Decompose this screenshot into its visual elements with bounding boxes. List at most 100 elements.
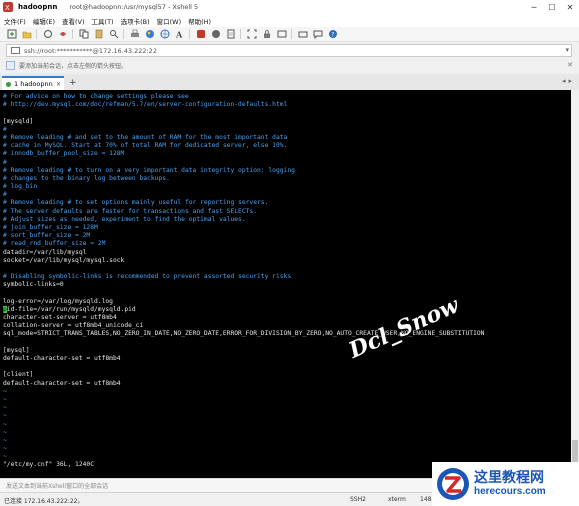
menu-window[interactable]: 窗口(W) bbox=[157, 16, 182, 26]
status-protocol: SSH2 bbox=[350, 496, 366, 503]
script-icon[interactable] bbox=[225, 29, 236, 40]
minimize-button[interactable]: ─ bbox=[525, 0, 543, 14]
window-subtitle: root@hadoopnn:/usr/mysql57 - Xshell 5 bbox=[69, 3, 199, 11]
add-tab-button[interactable]: + bbox=[69, 78, 77, 88]
menu-tools[interactable]: 工具(T) bbox=[92, 16, 114, 26]
svg-text:X: X bbox=[5, 4, 10, 12]
terminal-line-text: id-file=/var/run/mysqld/mysqld.pid bbox=[6, 305, 136, 313]
toolbar-separator bbox=[36, 29, 37, 39]
title-bar: X hadoopnn root@hadoopnn:/usr/mysql57 - … bbox=[0, 0, 579, 14]
tab-label: 1 hadoopnn bbox=[14, 80, 53, 88]
terminal-line: # The server defaults are faster for tra… bbox=[3, 207, 258, 215]
toolbar-separator bbox=[240, 29, 241, 39]
terminal-line: # For advice on how to change settings p… bbox=[3, 93, 189, 100]
terminal-line: [mysqld] bbox=[3, 117, 34, 125]
menu-bar: 文件(F) 编辑(E) 查看(V) 工具(T) 选项卡(B) 窗口(W) 帮助(… bbox=[0, 14, 579, 27]
terminal-line: ~ bbox=[3, 395, 7, 403]
logo-text-cn: 这里教程网 bbox=[474, 470, 544, 486]
terminal-line: # sort_buffer_size = 2M bbox=[3, 232, 91, 240]
menu-help[interactable]: 帮助(H) bbox=[188, 16, 211, 26]
terminal-line: character-set-server = utf8mb4 bbox=[3, 314, 117, 322]
tab-bar: 1 hadoopnn ✕ + ◂▸ bbox=[0, 74, 579, 90]
session-icon bbox=[11, 46, 20, 55]
terminal-line: log-error=/var/log/mysqld.log bbox=[3, 297, 113, 305]
compose-icon[interactable] bbox=[276, 29, 287, 40]
terminal-scrollbar[interactable] bbox=[571, 90, 579, 478]
terminal-line: ~ bbox=[3, 445, 7, 453]
disconnect-icon[interactable] bbox=[57, 29, 68, 40]
terminal-line: ~ bbox=[3, 453, 7, 461]
maximize-button[interactable]: ☐ bbox=[543, 0, 561, 14]
toolbar-separator bbox=[291, 29, 292, 39]
globe-icon[interactable] bbox=[159, 29, 170, 40]
reconnect-icon[interactable] bbox=[42, 29, 53, 40]
toolbar-separator bbox=[123, 29, 124, 39]
comment-icon[interactable] bbox=[312, 29, 323, 40]
xftp-icon[interactable] bbox=[195, 29, 206, 40]
terminal-line: collation-server = utf8mb4_unicode_ci bbox=[3, 322, 144, 330]
menu-tabs[interactable]: 选项卡(B) bbox=[121, 16, 150, 26]
font-icon[interactable]: A bbox=[174, 29, 185, 40]
svg-text:A: A bbox=[175, 30, 183, 40]
logo-mark-icon bbox=[436, 467, 470, 501]
terminal-line: # Remove leading # and set to the amount… bbox=[3, 133, 288, 141]
toolbar-separator bbox=[72, 29, 73, 39]
terminal-line: ~ bbox=[3, 436, 7, 444]
window-controls: ─ ☐ ✕ bbox=[525, 0, 579, 14]
terminal-output[interactable]: # For advice on how to change settings p… bbox=[0, 90, 571, 478]
terminal-line: ~ bbox=[3, 428, 7, 436]
tab-hadoopnn[interactable]: 1 hadoopnn ✕ bbox=[2, 76, 64, 90]
terminal-line: ~ bbox=[3, 412, 7, 420]
close-button[interactable]: ✕ bbox=[561, 0, 579, 14]
tab-nav-arrows-icon[interactable]: ◂▸ bbox=[562, 77, 575, 85]
transfer-icon[interactable] bbox=[210, 29, 221, 40]
tab-close-icon[interactable]: ✕ bbox=[56, 81, 61, 88]
terminal-line: # Disabling symbolic-links is recommende… bbox=[3, 273, 292, 281]
terminal-line: datadir=/var/lib/mysql bbox=[3, 248, 87, 256]
toolbar: A ? bbox=[0, 27, 579, 42]
help-icon[interactable]: ? bbox=[327, 29, 338, 40]
terminal-line: socket=/var/lib/mysql/mysql.sock bbox=[3, 256, 125, 264]
print-icon[interactable] bbox=[129, 29, 140, 40]
connected-status-icon bbox=[6, 81, 11, 87]
open-folder-icon[interactable] bbox=[21, 29, 32, 40]
status-size: 148 bbox=[420, 496, 432, 503]
find-icon[interactable] bbox=[108, 29, 119, 40]
hint-close-icon[interactable]: ✕ bbox=[567, 61, 573, 69]
compose-bar-text: 发送文本到当前Xshell窗口的全部会话 bbox=[6, 483, 109, 490]
terminal-line: ~ bbox=[3, 387, 7, 395]
terminal-line: # join_buffer_size = 128M bbox=[3, 224, 98, 231]
site-logo: 这里教程网 herecours.com bbox=[432, 462, 579, 506]
status-terminal-type: xterm bbox=[388, 496, 406, 503]
terminal-line: # log_bin bbox=[3, 183, 38, 191]
hint-bar: 要添加当前会话，点击左侧的箭头按钮。 ✕ bbox=[0, 59, 579, 72]
terminal-line: ~ bbox=[3, 404, 7, 412]
terminal-line: # Adjust sizes as needed, experiment to … bbox=[3, 215, 246, 223]
dropdown-arrow-icon[interactable]: ▾ bbox=[565, 46, 569, 54]
terminal-line: symbolic-links=0 bbox=[3, 281, 64, 289]
menu-file[interactable]: 文件(F) bbox=[4, 16, 26, 26]
logo-text-en: herecours.com bbox=[474, 486, 546, 497]
menu-view[interactable]: 查看(V) bbox=[62, 16, 85, 26]
keyboard-icon[interactable] bbox=[297, 29, 308, 40]
terminal-line: # Remove leading # to turn on a very imp… bbox=[3, 166, 295, 174]
address-bar[interactable]: ssh://root:***********@172.16.43.222:22 … bbox=[6, 44, 572, 57]
paste-icon[interactable] bbox=[93, 29, 104, 40]
info-icon bbox=[6, 61, 15, 70]
menu-edit[interactable]: 编辑(E) bbox=[33, 16, 55, 26]
window-app-name: hadoopnn bbox=[18, 3, 58, 11]
color-scheme-icon[interactable] bbox=[144, 29, 155, 40]
new-session-icon[interactable] bbox=[6, 29, 17, 40]
terminal-line: default-character-set = utf8mb4 bbox=[3, 379, 121, 387]
lock-icon[interactable] bbox=[261, 29, 272, 40]
fullscreen-icon[interactable] bbox=[246, 29, 257, 40]
copy-icon[interactable] bbox=[78, 29, 89, 40]
address-value[interactable]: ssh://root:***********@172.16.43.222:22 bbox=[24, 47, 157, 55]
terminal-line: # cache in MySQL. Start at 70% of total … bbox=[3, 142, 288, 150]
terminal-line: # read_rnd_buffer_size = 2M bbox=[3, 240, 106, 248]
